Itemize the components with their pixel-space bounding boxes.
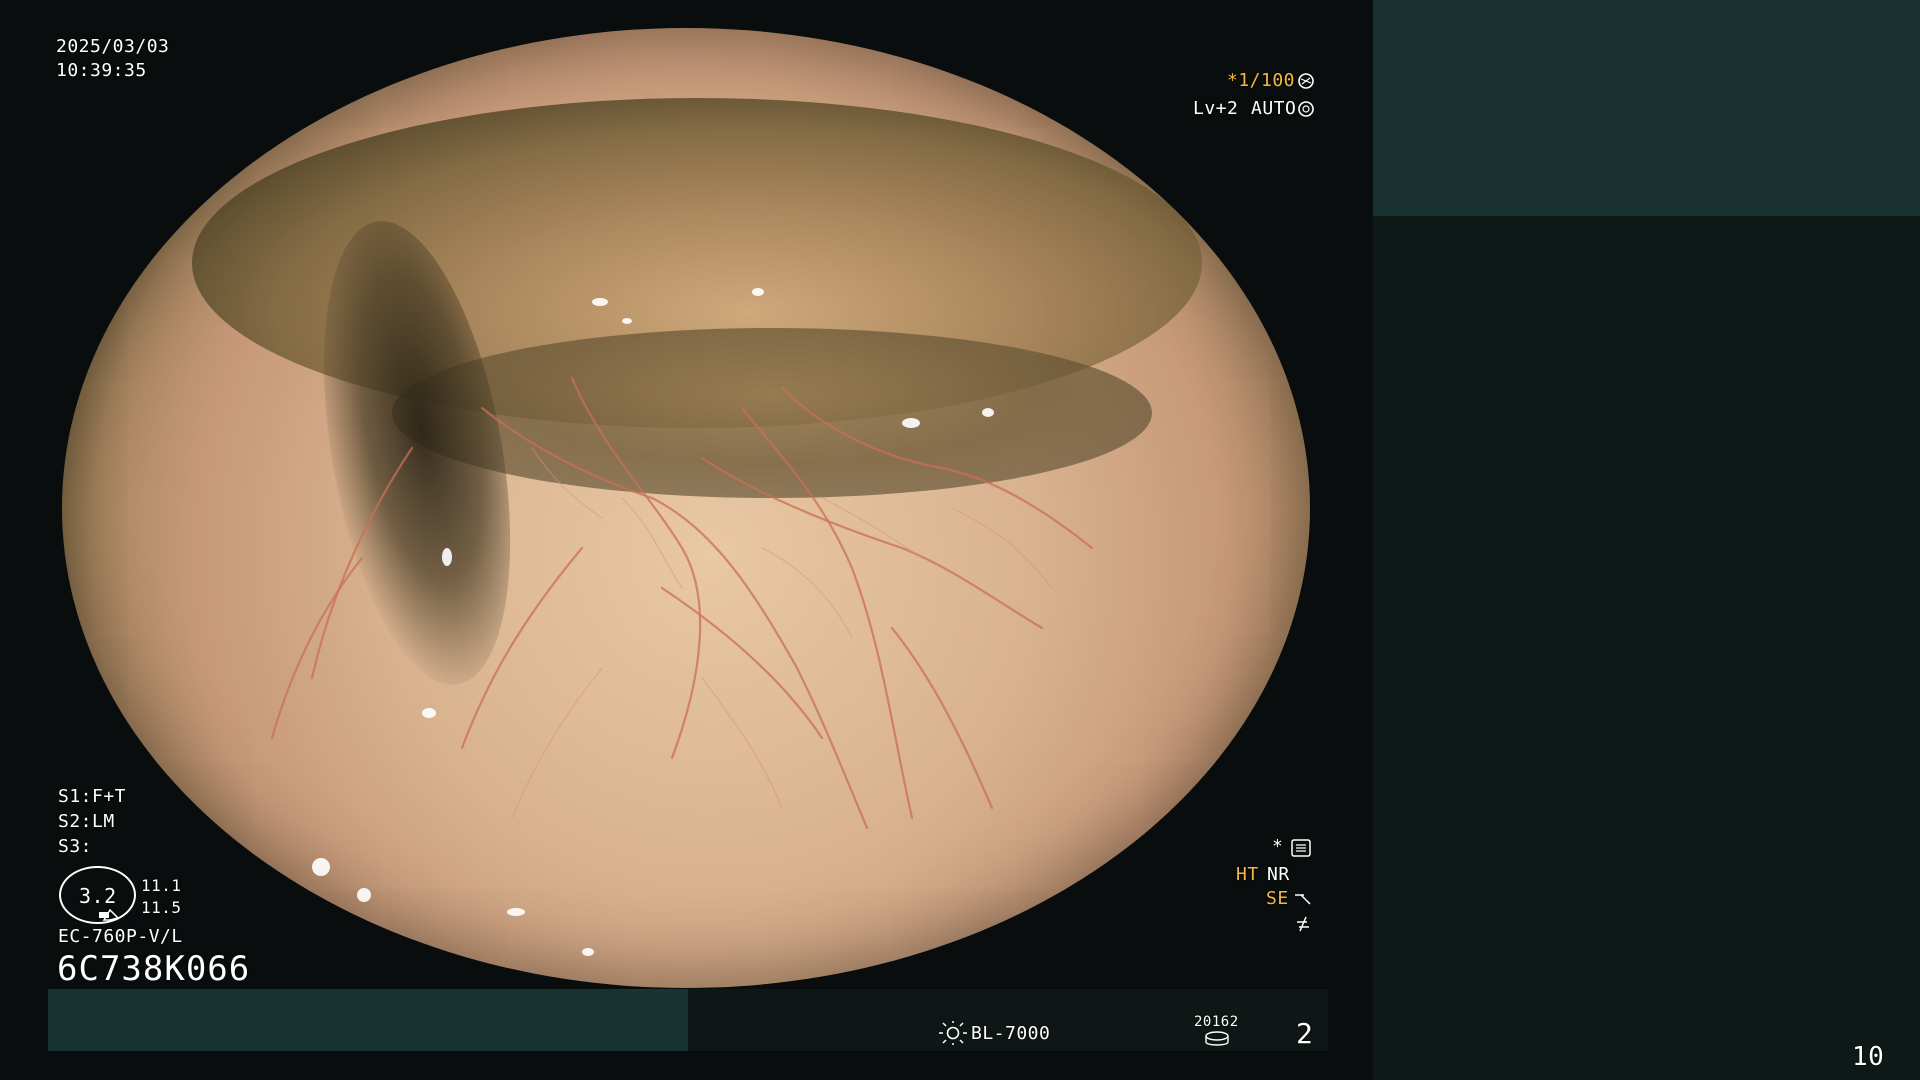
- level-text: Lv+2: [1193, 98, 1239, 119]
- scope-serial-text: 6C738K066: [57, 949, 251, 989]
- specular-reflection: [357, 888, 371, 902]
- counter-text: 20162: [1194, 1014, 1239, 1030]
- specular-reflection: [582, 948, 594, 956]
- specular-reflection: [982, 408, 994, 417]
- storage-icon: [1205, 1031, 1229, 1046]
- info-box-left: [48, 989, 688, 1051]
- shutter-speed-text: *1/100: [1227, 70, 1296, 91]
- scope-metric-2: 11.5: [141, 898, 182, 917]
- date-text: 2025/03/03: [56, 36, 170, 57]
- curve-icon: [1295, 894, 1311, 905]
- ht-label: HT: [1236, 864, 1259, 885]
- specular-reflection: [422, 708, 436, 718]
- specular-reflection: [507, 908, 525, 916]
- setting-s2: S2:LM: [58, 811, 115, 832]
- aperture-icon: [1298, 101, 1314, 117]
- shutter-icon: [1298, 73, 1314, 89]
- specular-reflection: [592, 298, 608, 306]
- endoscopy-screen: 2025/03/03 10:39:35 *1/100 Lv+2 AUTO S1:…: [0, 0, 1920, 1080]
- mode-text: AUTO: [1251, 98, 1297, 119]
- specular-reflection: [752, 288, 764, 296]
- specular-reflection: [902, 418, 920, 428]
- frequency-icon: [1297, 916, 1309, 932]
- setting-s3: S3:: [58, 836, 93, 857]
- light-source-icon: [939, 1021, 967, 1045]
- nr-label: NR: [1267, 864, 1290, 885]
- setting-s1: S1:F+T: [58, 786, 127, 807]
- specular-reflection: [622, 318, 632, 324]
- scope-tip-icon: [102, 908, 120, 921]
- specular-reflection: [312, 858, 330, 876]
- page-number: 10: [1852, 1042, 1885, 1072]
- specular-reflection: [442, 548, 452, 566]
- light-source-text: BL-7000: [971, 1023, 1051, 1044]
- star-text: *: [1272, 836, 1284, 857]
- scope-model-text: EC-760P-V/L: [58, 926, 183, 947]
- scope-angle-value: 3.2: [79, 884, 117, 908]
- se-label: SE: [1266, 888, 1289, 909]
- scope-metric-1: 11.1: [141, 876, 182, 895]
- vascular-pattern: [270, 376, 1094, 830]
- counter-index: 2: [1296, 1017, 1314, 1050]
- right-panel-top: [1373, 0, 1920, 216]
- endoscopic-image: [62, 28, 1310, 988]
- settings-panel-icon: [1291, 839, 1311, 857]
- right-panel-bottom: [1373, 216, 1920, 1080]
- time-text: 10:39:35: [56, 60, 147, 81]
